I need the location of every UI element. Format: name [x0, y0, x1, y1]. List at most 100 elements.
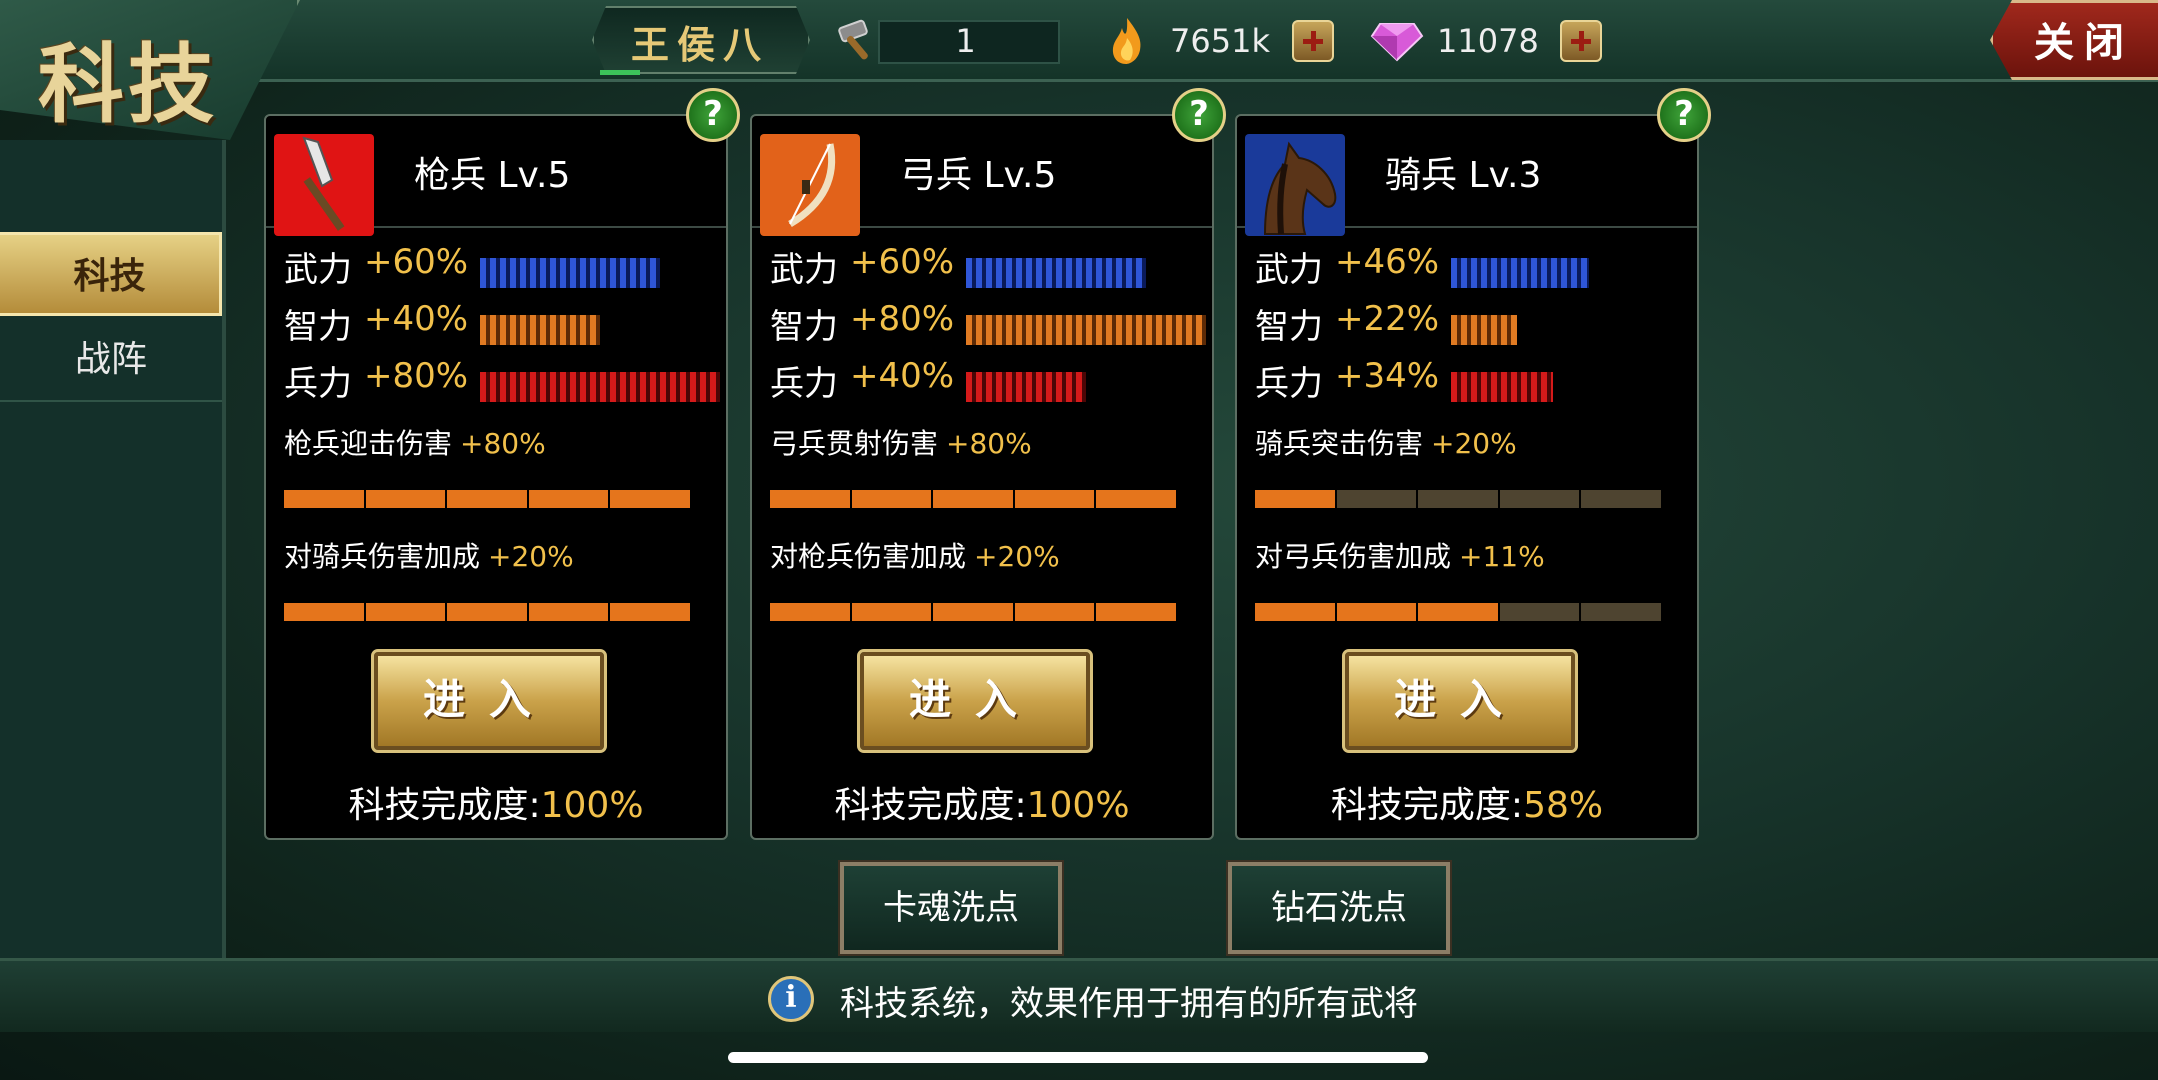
stat-bar [966, 258, 1146, 288]
stat-row: 武力 +60% [770, 242, 1210, 292]
stat-name: 武力 [1255, 250, 1323, 290]
stat-bar [1451, 372, 1553, 402]
enter-button[interactable]: 进入 [857, 649, 1093, 753]
card-soul-reset-button[interactable]: 卡魂洗点 [838, 860, 1064, 956]
completion-text: 科技完成度:100% [266, 776, 726, 828]
card-title: 枪兵 Lv.5 [414, 155, 571, 196]
bonus-progress-segment [610, 603, 690, 621]
stat-bar [966, 315, 1206, 345]
bonus-progress-bar [284, 603, 690, 621]
player-exp-bar [600, 70, 640, 75]
bonus-name: 对骑兵伤害加成 [284, 540, 481, 573]
hammer-count: 1 [955, 22, 976, 60]
stat-value: +46% [1335, 242, 1440, 282]
bonus-progress-segment [1581, 603, 1661, 621]
bonus-progress-segment [851, 490, 932, 508]
help-icon[interactable]: ? [1657, 88, 1711, 142]
bonus-progress-segment [528, 490, 609, 508]
add-fire-button[interactable] [1292, 20, 1334, 62]
bonus-value: +20% [974, 540, 1060, 573]
top-bar [0, 0, 2158, 82]
bonus-progress-bar [770, 603, 1176, 621]
stat-name: 智力 [284, 307, 352, 347]
completion-value: 58% [1523, 785, 1604, 826]
bonus-progress-segment [528, 603, 609, 621]
bonus-progress-segment [284, 603, 364, 621]
stat-value: +34% [1335, 356, 1440, 396]
bonus-progress-segment [1581, 490, 1661, 508]
stat-name: 智力 [770, 307, 838, 347]
stat-bar [480, 372, 720, 402]
sidebar-item-formation[interactable]: 战阵 [0, 318, 222, 402]
bonus-label: 弓兵贯射伤害 +80% [770, 422, 1032, 462]
stat-row: 智力 +40% [284, 299, 724, 349]
diamond-reset-button[interactable]: 钻石洗点 [1226, 860, 1452, 956]
home-indicator [728, 1052, 1428, 1063]
tech-card: 骑兵 Lv.3? 武力 +46% 智力 +22% 兵力 +34% 骑兵突击伤害 +20% 对弓兵伤… [1235, 88, 1711, 840]
stat-name: 武力 [770, 250, 838, 290]
completion-value: 100% [1026, 785, 1130, 826]
stat-row: 武力 +60% [284, 242, 724, 292]
sidebar-item-tech[interactable]: 科技 [0, 232, 222, 316]
completion-value: 100% [540, 785, 644, 826]
stat-bar [966, 372, 1086, 402]
stat-row: 智力 +80% [770, 299, 1210, 349]
stat-name: 兵力 [284, 364, 352, 404]
bonus-progress-segment [284, 490, 364, 508]
bonus-progress-bar [284, 490, 690, 508]
tech-card: 弓兵 Lv.5? 武力 +60% 智力 +80% 兵力 +40% 弓兵贯射伤害 +80% 对枪兵伤… [750, 88, 1226, 840]
bonus-progress-segment [770, 603, 850, 621]
bonus-name: 枪兵迎击伤害 [284, 427, 453, 460]
bonus-progress-segment [1418, 490, 1498, 508]
player-name: 王侯八 [630, 22, 769, 67]
help-icon[interactable]: ? [1172, 88, 1226, 142]
bonus-progress-segment [1014, 603, 1095, 621]
bonus-value: +80% [460, 427, 546, 460]
spear-icon [274, 134, 374, 236]
bonus-progress-bar [770, 490, 1176, 508]
bonus-progress-segment [447, 490, 527, 508]
bonus-value: +11% [1459, 540, 1545, 573]
stat-row: 兵力 +34% [1255, 356, 1695, 406]
bonus-name: 对枪兵伤害加成 [770, 540, 967, 573]
bonus-name: 对弓兵伤害加成 [1255, 540, 1452, 573]
bonus-progress-segment [1418, 603, 1498, 621]
stat-value: +80% [364, 356, 469, 396]
bonus-progress-segment [1255, 490, 1335, 508]
add-gem-button[interactable] [1560, 20, 1602, 62]
card-title: 骑兵 Lv.3 [1385, 155, 1542, 196]
bonus-name: 弓兵贯射伤害 [770, 427, 939, 460]
completion-label: 科技完成度: [834, 785, 1027, 826]
bonus-value: +20% [488, 540, 574, 573]
stat-row: 武力 +46% [1255, 242, 1695, 292]
bonus-progress-segment [851, 603, 932, 621]
stat-value: +40% [364, 299, 469, 339]
stat-value: +60% [850, 242, 955, 282]
bonus-progress-segment [1336, 490, 1417, 508]
bonus-progress-segment [933, 603, 1013, 621]
bonus-label: 枪兵迎击伤害 +80% [284, 422, 546, 462]
fire-icon [1112, 18, 1141, 64]
bonus-value: +20% [1431, 427, 1517, 460]
bonus-value: +80% [946, 427, 1032, 460]
bonus-progress-segment [1499, 603, 1580, 621]
bonus-progress-segment [1255, 603, 1335, 621]
enter-button[interactable]: 进入 [371, 649, 607, 753]
stat-bar [480, 315, 600, 345]
stat-value: +60% [364, 242, 469, 282]
close-button-label: 关闭 [2034, 19, 2134, 66]
completion-label: 科技完成度: [348, 785, 541, 826]
bonus-progress-segment [770, 490, 850, 508]
help-icon[interactable]: ? [686, 88, 740, 142]
bonus-progress-segment [447, 603, 527, 621]
enter-button[interactable]: 进入 [1342, 649, 1578, 753]
completion-label: 科技完成度: [1330, 785, 1524, 826]
horse-icon [1245, 134, 1345, 236]
card-title: 弓兵 Lv.5 [900, 155, 1057, 196]
hammer-icon [838, 19, 868, 60]
stat-name: 兵力 [770, 364, 838, 404]
info-icon: i [768, 976, 814, 1022]
completion-text: 科技完成度:58% [1237, 776, 1697, 828]
gem-amount: 11078 [1437, 22, 1539, 60]
stat-bar [1451, 315, 1517, 345]
